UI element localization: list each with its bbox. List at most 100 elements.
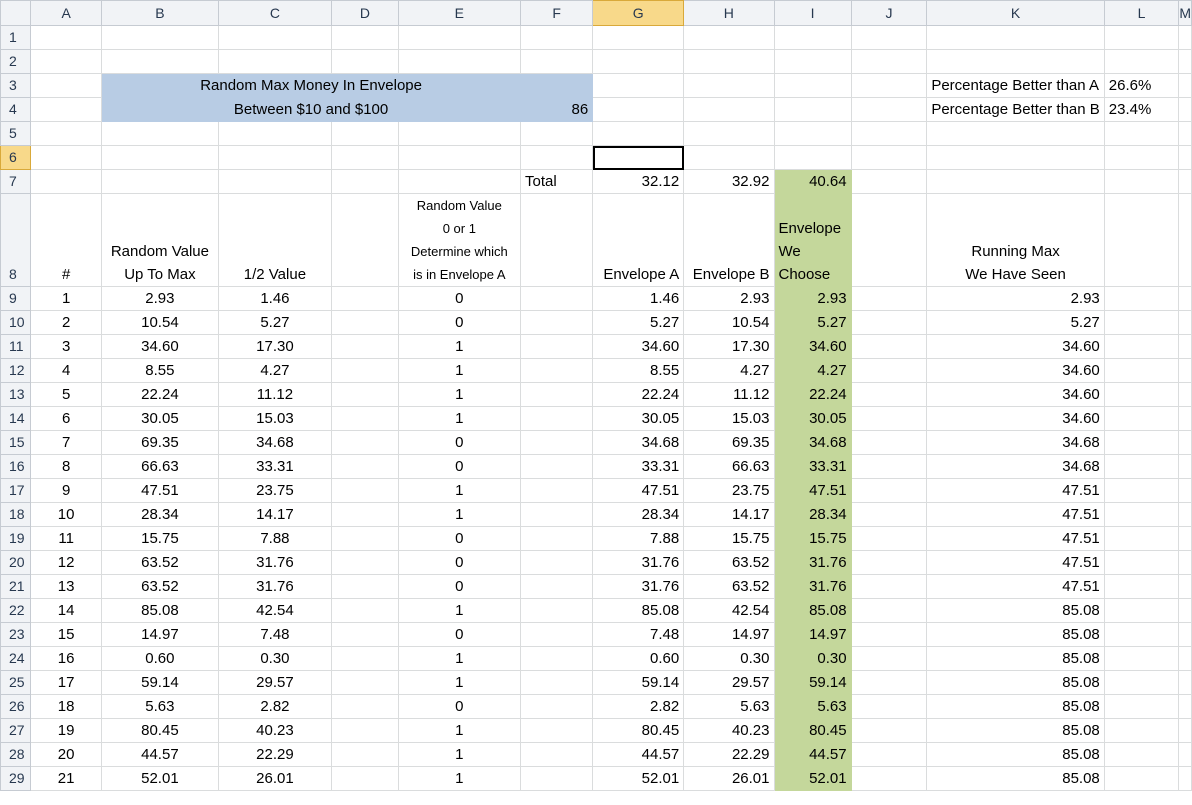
cell[interactable] [520, 694, 594, 719]
cell-random-value[interactable]: 22.24 [101, 382, 219, 407]
cell-envelope-b[interactable]: 2.93 [683, 286, 775, 311]
cell-envelope-choose[interactable]: 33.31 [773, 454, 852, 479]
cell[interactable] [30, 121, 103, 146]
cell-random-value[interactable]: 59.14 [101, 670, 219, 695]
cell-random-0-1[interactable]: 0 [397, 310, 522, 335]
cell-random-0-1[interactable]: 1 [397, 718, 522, 743]
cell[interactable] [520, 574, 594, 599]
cell[interactable] [850, 406, 928, 431]
row-header[interactable]: 10 [0, 310, 32, 335]
row-header[interactable]: 20 [0, 550, 32, 575]
cell[interactable] [1178, 742, 1192, 767]
row-header[interactable]: 29 [0, 766, 32, 791]
cell-envelope-choose[interactable]: 2.93 [773, 286, 852, 311]
cell[interactable] [683, 145, 775, 170]
cell-number[interactable]: 4 [30, 358, 103, 383]
cell-number[interactable]: 1 [30, 286, 103, 311]
total-envelope-a[interactable]: 32.12 [592, 169, 685, 194]
cell-half-value[interactable]: 4.27 [217, 358, 333, 383]
cell[interactable] [1103, 502, 1180, 527]
cell-envelope-a[interactable]: 31.76 [592, 574, 685, 599]
cell-envelope-choose[interactable]: 47.51 [773, 478, 852, 503]
cell[interactable] [850, 742, 928, 767]
cell[interactable] [1178, 73, 1192, 98]
cell-random-0-1[interactable]: 1 [397, 670, 522, 695]
header-envelope-choose[interactable]: Envelope We Choose [773, 193, 852, 287]
row-header-6[interactable]: 6 [0, 145, 32, 170]
cell-envelope-b[interactable]: 22.29 [683, 742, 775, 767]
cell-envelope-b[interactable]: 26.01 [683, 766, 775, 791]
cell[interactable] [520, 286, 594, 311]
cell[interactable] [850, 169, 928, 194]
cell-envelope-a[interactable]: 34.60 [592, 334, 685, 359]
cell-envelope-a[interactable]: 33.31 [592, 454, 685, 479]
cell-random-0-1[interactable]: 0 [397, 550, 522, 575]
cell[interactable] [331, 382, 399, 407]
cell[interactable] [331, 358, 399, 383]
cell-envelope-a[interactable]: 34.68 [592, 430, 685, 455]
cell[interactable] [217, 169, 333, 194]
cell-number[interactable]: 3 [30, 334, 103, 359]
cell-running-max[interactable]: 34.68 [926, 454, 1105, 479]
cell-running-max[interactable]: 34.60 [926, 382, 1105, 407]
cell[interactable] [331, 286, 399, 311]
cell[interactable] [773, 121, 852, 146]
cell[interactable] [1178, 694, 1192, 719]
cell-random-0-1[interactable]: 0 [397, 526, 522, 551]
header-envelope-b[interactable]: Envelope B [683, 193, 775, 287]
row-header[interactable]: 16 [0, 454, 32, 479]
cell-envelope-choose[interactable]: 34.60 [773, 334, 852, 359]
cell[interactable] [850, 718, 928, 743]
header-running-max[interactable]: Running Max We Have Seen [926, 193, 1105, 287]
cell-random-value[interactable]: 80.45 [101, 718, 219, 743]
cell-half-value[interactable]: 7.88 [217, 526, 333, 551]
cell[interactable] [30, 73, 103, 98]
cell-envelope-b[interactable]: 15.75 [683, 526, 775, 551]
column-header-a[interactable]: A [30, 0, 103, 26]
cell[interactable] [217, 145, 333, 170]
column-header-b[interactable]: B [101, 0, 219, 26]
cell[interactable] [1103, 49, 1180, 74]
cell-envelope-choose[interactable]: 59.14 [773, 670, 852, 695]
cell-envelope-a[interactable]: 1.46 [592, 286, 685, 311]
cell-random-value[interactable]: 0.60 [101, 646, 219, 671]
cell[interactable] [331, 454, 399, 479]
cell[interactable] [30, 145, 103, 170]
header-envelope-a[interactable]: Envelope A [592, 193, 685, 287]
row-header-8[interactable]: 8 [0, 193, 32, 287]
cell[interactable] [1103, 286, 1180, 311]
cell-random-value[interactable]: 30.05 [101, 406, 219, 431]
cell[interactable] [1103, 454, 1180, 479]
cell[interactable] [850, 766, 928, 791]
column-header-c[interactable]: C [217, 0, 333, 26]
cell-envelope-b[interactable]: 15.03 [683, 406, 775, 431]
cell-envelope-a[interactable]: 59.14 [592, 670, 685, 695]
cell-envelope-b[interactable]: 66.63 [683, 454, 775, 479]
cell[interactable] [1103, 598, 1180, 623]
cell[interactable] [101, 145, 219, 170]
cell[interactable] [331, 502, 399, 527]
cell[interactable] [850, 622, 928, 647]
cell-number[interactable]: 21 [30, 766, 103, 791]
cell-number[interactable]: 19 [30, 718, 103, 743]
cell[interactable] [1103, 526, 1180, 551]
cell-envelope-choose[interactable]: 0.30 [773, 646, 852, 671]
max-value-cell[interactable]: 86 [520, 97, 594, 122]
cell[interactable] [1103, 550, 1180, 575]
column-header-k[interactable]: K [926, 0, 1105, 26]
cell-number[interactable]: 11 [30, 526, 103, 551]
pct-better-b-label[interactable]: Percentage Better than B [926, 97, 1105, 122]
cell[interactable] [1178, 286, 1192, 311]
cell[interactable] [520, 766, 594, 791]
cell-number[interactable]: 10 [30, 502, 103, 527]
cell[interactable] [30, 49, 103, 74]
cell[interactable] [331, 742, 399, 767]
cell[interactable] [926, 49, 1105, 74]
cell[interactable] [1178, 622, 1192, 647]
cell-envelope-a[interactable]: 85.08 [592, 598, 685, 623]
cell[interactable] [331, 478, 399, 503]
cell[interactable] [1178, 718, 1192, 743]
row-header[interactable]: 14 [0, 406, 32, 431]
total-envelope-b[interactable]: 32.92 [683, 169, 775, 194]
cell[interactable] [1178, 334, 1192, 359]
